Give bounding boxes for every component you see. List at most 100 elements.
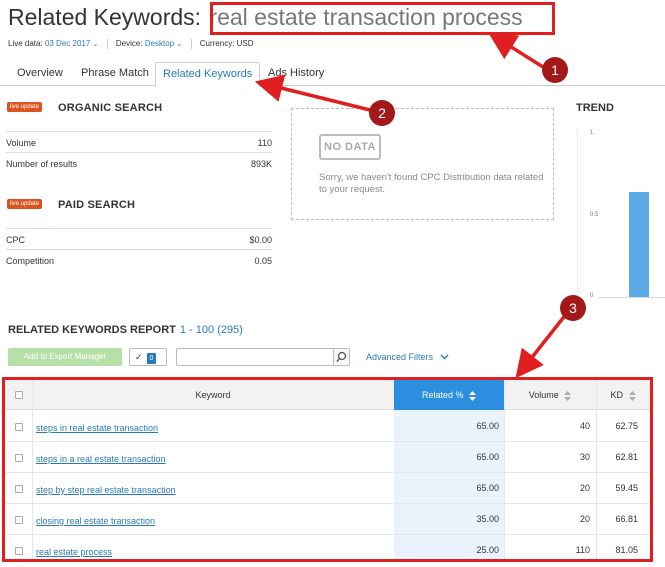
volume-value: 20 bbox=[579, 514, 590, 524]
cpc-distribution-panel: NO DATA Sorry, we haven't found CPC Dist… bbox=[291, 108, 554, 220]
chevron-down-icon: ⌄ bbox=[176, 41, 183, 49]
related-header-label: Related % bbox=[421, 390, 464, 400]
currency-label: Currency: USD bbox=[199, 39, 254, 49]
row-label: Number of results bbox=[6, 159, 78, 169]
filter-input[interactable] bbox=[176, 348, 334, 366]
volume-value: 40 bbox=[579, 421, 590, 431]
trend-bar[interactable] bbox=[629, 191, 649, 297]
row-checkbox[interactable] bbox=[15, 516, 23, 524]
tab-overview[interactable]: Overview bbox=[17, 67, 63, 79]
related-value: 65.00 bbox=[476, 452, 499, 462]
keyword-link[interactable]: real estate process bbox=[36, 547, 112, 557]
check-icon: ✓ bbox=[135, 352, 143, 362]
related-value: 65.00 bbox=[476, 421, 499, 431]
volume-value: 30 bbox=[579, 452, 590, 462]
device-value: Desktop bbox=[144, 39, 175, 49]
annotation-arrow bbox=[254, 74, 371, 112]
kd-column-header[interactable]: KD bbox=[596, 380, 650, 410]
advanced-filters-toggle[interactable]: Advanced Filters bbox=[366, 352, 449, 362]
related-column-header[interactable]: Related % bbox=[394, 380, 504, 410]
device-label: Device: bbox=[115, 39, 143, 49]
live-data-date-dropdown[interactable]: 03 Dec 2017 ⌄ bbox=[45, 39, 98, 48]
kd-header-label: KD bbox=[610, 390, 623, 400]
volume-value: 110 bbox=[575, 545, 590, 555]
paid-search-title: PAID SEARCH bbox=[58, 199, 136, 211]
sort-icon bbox=[564, 390, 572, 401]
paid-cpc-row: CPC $0.00 bbox=[6, 228, 272, 250]
related-value: 65.00 bbox=[476, 483, 499, 493]
table-row: closing real estate transaction 35.00 20… bbox=[5, 504, 650, 535]
trend-gridline bbox=[577, 130, 578, 298]
kd-value: 81.05 bbox=[615, 545, 638, 555]
annotation-number: 3 bbox=[569, 300, 577, 316]
row-value: 110 bbox=[257, 138, 272, 148]
tab-phrase-match[interactable]: Phrase Match bbox=[81, 67, 149, 79]
live-update-badge[interactable]: live update bbox=[7, 102, 43, 112]
chevron-down-icon bbox=[440, 354, 449, 360]
table-row: steps in real estate transaction 65.00 4… bbox=[5, 411, 650, 442]
keyword-link[interactable]: closing real estate transaction bbox=[36, 516, 155, 526]
kd-value: 62.81 bbox=[615, 452, 638, 462]
live-update-badge[interactable]: live update bbox=[7, 199, 43, 209]
related-value: 25.00 bbox=[476, 545, 499, 555]
trend-y-label: 0.5 bbox=[590, 212, 599, 218]
report-title-text: RELATED KEYWORDS REPORT bbox=[8, 324, 176, 336]
paid-competition-row: Competition 0.05 bbox=[6, 249, 272, 271]
trend-title: TREND bbox=[576, 102, 614, 114]
volume-header-label: Volume bbox=[528, 390, 559, 400]
row-label: Volume bbox=[6, 138, 37, 148]
live-data-date: 03 Dec 2017 bbox=[44, 39, 91, 49]
chevron-down-icon: ⌄ bbox=[92, 41, 99, 49]
sort-icon bbox=[469, 390, 477, 401]
organic-search-title: ORGANIC SEARCH bbox=[58, 102, 163, 114]
search-icon bbox=[336, 351, 347, 362]
filter-search-button[interactable] bbox=[333, 348, 350, 366]
trend-axis bbox=[598, 297, 665, 298]
divider bbox=[190, 39, 192, 49]
keyword-link[interactable]: step by step real estate transaction bbox=[36, 485, 176, 495]
report-title: RELATED KEYWORDS REPORT 1 - 100 (295) bbox=[8, 324, 243, 336]
trend-y-label: 0 bbox=[590, 293, 594, 299]
organic-results-row: Number of results 893K bbox=[6, 152, 272, 174]
divider bbox=[106, 39, 108, 49]
tab-related-keywords[interactable]: Related Keywords bbox=[155, 62, 261, 87]
keyword-highlight-box bbox=[210, 2, 555, 35]
keyword-link[interactable]: steps in a real estate transaction bbox=[36, 454, 166, 464]
table-row: steps in a real estate transaction 65.00… bbox=[5, 442, 650, 473]
selected-count: 0 bbox=[146, 353, 157, 364]
row-label: Competition bbox=[6, 256, 55, 266]
no-data-message: Sorry, we haven't found CPC Distribution… bbox=[319, 172, 544, 195]
tab-ads-history[interactable]: Ads History bbox=[268, 67, 324, 79]
select-all-checkbox[interactable] bbox=[15, 391, 23, 399]
keyword-column-header[interactable]: Keyword bbox=[32, 380, 394, 410]
volume-value: 20 bbox=[579, 483, 590, 493]
selected-count-button[interactable]: ✓ 0 bbox=[129, 348, 167, 366]
report-range: 1 - 100 (295) bbox=[179, 324, 243, 336]
row-label: CPC bbox=[6, 235, 26, 245]
related-keywords-table: Keyword Related % Volume KD steps in rea… bbox=[2, 377, 653, 562]
annotation-badge bbox=[560, 295, 586, 321]
sort-icon bbox=[628, 390, 636, 401]
meta-bar: Live data: 03 Dec 2017 ⌄ Device: Desktop… bbox=[8, 39, 254, 49]
row-checkbox[interactable] bbox=[15, 423, 23, 431]
row-value: 0.05 bbox=[254, 256, 272, 266]
title-prefix: Related Keywords: bbox=[8, 4, 202, 30]
row-checkbox[interactable] bbox=[15, 485, 23, 493]
row-checkbox[interactable] bbox=[15, 547, 23, 555]
organic-volume-row: Volume 110 bbox=[6, 131, 272, 153]
table-row: real estate process 25.00 110 81.05 bbox=[5, 535, 650, 559]
annotation-arrow bbox=[515, 311, 569, 379]
advanced-filters-label: Advanced Filters bbox=[366, 352, 434, 362]
row-checkbox[interactable] bbox=[15, 454, 23, 462]
row-value: 893K bbox=[250, 159, 272, 169]
device-dropdown[interactable]: Desktop ⌄ bbox=[145, 39, 182, 48]
add-to-export-button[interactable]: Add to Export Manager bbox=[8, 348, 122, 366]
table-header: Keyword Related % Volume KD bbox=[5, 380, 650, 410]
table-row: step by step real estate transaction 65.… bbox=[5, 473, 650, 504]
kd-value: 62.75 bbox=[615, 421, 638, 431]
volume-column-header[interactable]: Volume bbox=[504, 380, 596, 410]
kd-value: 66.81 bbox=[615, 514, 638, 524]
keyword-link[interactable]: steps in real estate transaction bbox=[36, 423, 158, 433]
kd-value: 59.45 bbox=[615, 483, 638, 493]
live-data-label: Live data: bbox=[8, 39, 43, 49]
